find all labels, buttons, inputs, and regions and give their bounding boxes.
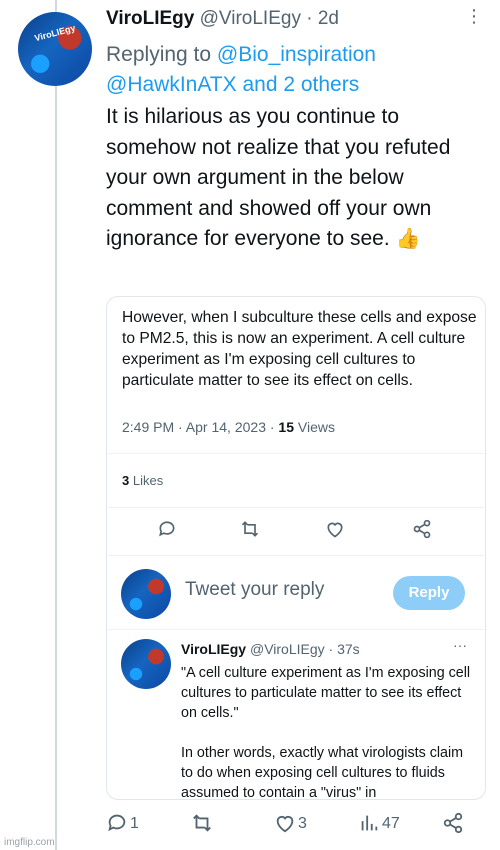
embedded-tweet-text: However, when I subculture these cells a…	[122, 309, 477, 389]
divider	[107, 507, 485, 508]
retweet-icon	[241, 521, 259, 537]
share-action[interactable]	[442, 812, 464, 834]
sub-reply-paragraph: "A cell culture experiment as I'm exposi…	[181, 665, 471, 721]
user-handle[interactable]: @ViroLIEgy	[200, 8, 301, 29]
replying-others-link[interactable]: @HawkInATX and 2 others	[106, 73, 359, 96]
reply-avatar	[121, 569, 171, 619]
like-icon	[276, 816, 294, 833]
sub-reply-header: ViroLIEgy @ViroLIEgy · 37s	[181, 641, 360, 657]
reply-count: 1	[130, 815, 139, 832]
tweet-action-bar: 1 3 47	[106, 812, 484, 840]
replying-prefix: Replying to	[106, 43, 217, 66]
like-action[interactable]: 3	[274, 812, 307, 834]
retweet-action[interactable]	[190, 812, 216, 834]
reply-input[interactable]: Tweet your reply	[185, 579, 324, 601]
user-avatar[interactable]: ViroLIEgy	[18, 12, 92, 86]
embedded-action-bar	[107, 519, 485, 545]
reply-icon	[159, 521, 175, 537]
like-count: 3	[298, 815, 307, 832]
tweet-body: It is hilarious as you continue to someh…	[106, 102, 484, 255]
more-icon[interactable]: ⋮	[465, 6, 484, 27]
embedded-views-label: Views	[294, 419, 335, 435]
embedded-time: 2:49 PM · Apr 14, 2023 ·	[122, 419, 279, 435]
views-icon	[361, 815, 378, 831]
like-icon	[327, 522, 343, 538]
reply-action[interactable]: 1	[106, 812, 139, 834]
sub-reply-text: "A cell culture experiment as I'm exposi…	[181, 663, 471, 800]
embedded-tweet-meta: 2:49 PM · Apr 14, 2023 · 15 Views	[122, 419, 335, 435]
embedded-likes: 3 Likes	[122, 473, 163, 488]
retweet-icon	[193, 814, 211, 832]
embedded-views-count: 15	[278, 419, 294, 435]
divider	[107, 555, 485, 556]
replying-to: Replying to @Bio_inspiration @HawkInATX …	[106, 40, 476, 100]
watermark: imgflip.com	[4, 837, 55, 848]
reply-composer: Tweet your reply Reply	[107, 567, 485, 619]
sub-display-name[interactable]: ViroLIEgy	[181, 641, 246, 657]
tweet-time[interactable]: · 2d	[306, 8, 339, 29]
replying-user-link[interactable]: @Bio_inspiration	[217, 43, 376, 66]
thread-line	[55, 0, 57, 850]
views-action[interactable]: 47	[358, 812, 400, 834]
sub-reply-paragraph: In other words, exactly what virologists…	[181, 745, 464, 800]
share-icon	[443, 813, 463, 834]
reply-icon	[108, 814, 126, 832]
tweet-header: ViroLIEgy @ViroLIEgy · 2d	[106, 8, 339, 30]
attached-screenshot[interactable]: However, when I subculture these cells a…	[106, 296, 486, 800]
views-count: 47	[382, 815, 400, 832]
reply-button[interactable]: Reply	[393, 576, 465, 610]
display-name[interactable]: ViroLIEgy	[106, 8, 194, 29]
thumbs-up-emoji: 👍	[395, 228, 421, 250]
share-icon	[413, 519, 431, 539]
divider	[107, 453, 485, 454]
divider	[107, 629, 485, 630]
avatar-text: ViroLIEgy	[33, 23, 77, 44]
sub-reply-avatar[interactable]	[121, 639, 171, 689]
embedded-likes-label: Likes	[129, 473, 164, 488]
sub-more-icon[interactable]: ···	[453, 637, 467, 653]
sub-handle[interactable]: @ViroLIEgy · 37s	[250, 641, 360, 657]
